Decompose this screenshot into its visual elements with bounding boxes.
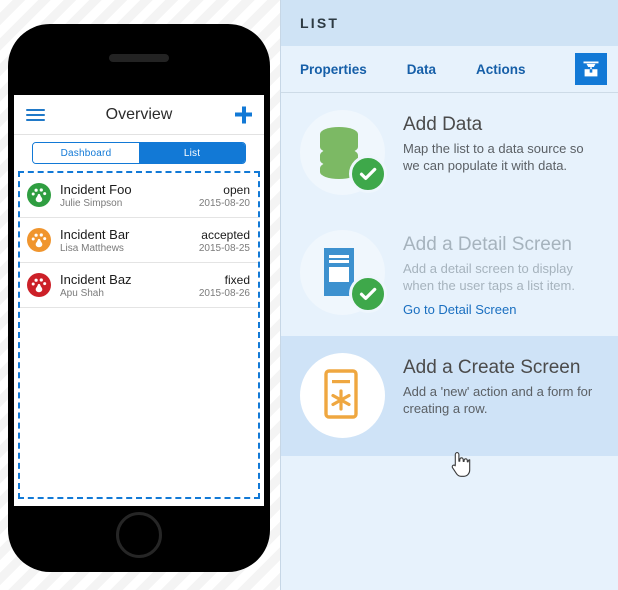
tab-actions[interactable]: Actions: [476, 62, 526, 77]
page-title: Overview: [105, 105, 173, 123]
card-add-data[interactable]: Add Data Map the list to a data source s…: [281, 93, 618, 213]
inspector-header: LIST: [281, 0, 618, 46]
list-item[interactable]: Incident Foo open Julie Simpson 2015-08-…: [20, 173, 258, 218]
list-item-subtitle: Lisa Matthews: [60, 242, 124, 254]
list-item-subtitle: Julie Simpson: [60, 197, 123, 209]
phone-frame: Overview Dashboard List Incident Foo ope…: [8, 24, 270, 572]
segmented-control: Dashboard List: [32, 142, 246, 164]
list-item-body: Incident Baz fixed Apu Shah 2015-08-26: [60, 272, 250, 299]
wizard-hat-icon[interactable]: [575, 53, 607, 85]
database-icon: [300, 110, 387, 195]
phone-speaker: [109, 54, 169, 62]
phone-screen: Overview Dashboard List Incident Foo ope…: [14, 95, 264, 506]
gauge-icon: [27, 273, 51, 297]
list-item-date: 2015-08-26: [198, 287, 250, 299]
list-item-status: open: [223, 182, 250, 197]
inspector-title: LIST: [300, 15, 340, 31]
plus-icon[interactable]: [235, 106, 252, 123]
card-text: Add a Create Screen Add a 'new' action a…: [403, 353, 600, 418]
card-title: Add Data: [403, 114, 483, 135]
phone-home-button[interactable]: [116, 512, 162, 558]
hamburger-icon[interactable]: [26, 108, 45, 121]
go-to-detail-screen-link[interactable]: Go to Detail Screen: [403, 302, 516, 317]
card-text: Add a Detail Screen Add a detail screen …: [403, 230, 600, 319]
app-root: Overview Dashboard List Incident Foo ope…: [0, 0, 618, 590]
card-text: Add Data Map the list to a data source s…: [403, 110, 600, 175]
list-item-title: Incident Bar: [60, 226, 130, 242]
inspector-tabbar: Properties Data Actions: [281, 46, 618, 93]
list-item-subtitle: Apu Shah: [60, 287, 104, 299]
create-screen-icon: [300, 352, 385, 438]
list-item-date: 2015-08-25: [198, 242, 250, 254]
list-item-date: 2015-08-20: [198, 197, 250, 209]
detail-screen-icon: [300, 230, 387, 315]
gauge-icon: [27, 228, 51, 252]
app-navbar: Overview: [14, 95, 264, 135]
card-add-create-screen[interactable]: Add a Create Screen Add a 'new' action a…: [281, 335, 618, 456]
card-add-detail-screen[interactable]: Add a Detail Screen Add a detail screen …: [281, 213, 618, 336]
list-item-status: accepted: [201, 227, 250, 242]
list-widget-selected[interactable]: Incident Foo open Julie Simpson 2015-08-…: [18, 171, 260, 499]
list-item-title: Incident Baz: [60, 271, 132, 287]
tab-properties[interactable]: Properties: [300, 62, 367, 77]
device-preview-canvas: Overview Dashboard List Incident Foo ope…: [0, 0, 280, 590]
list-item-title: Incident Foo: [60, 181, 132, 197]
segment-dashboard[interactable]: Dashboard: [33, 143, 139, 163]
check-icon: [349, 275, 387, 313]
card-title: Add a Detail Screen: [403, 234, 572, 255]
list-item[interactable]: Incident Baz fixed Apu Shah 2015-08-26: [20, 263, 258, 308]
card-description: Add a 'new' action and a form for creati…: [403, 383, 593, 417]
gauge-icon: [27, 183, 51, 207]
list-item-status: fixed: [224, 272, 250, 287]
card-title: Add a Create Screen: [403, 356, 581, 378]
card-description: Add a detail screen to display when the …: [403, 260, 575, 294]
tab-data[interactable]: Data: [407, 62, 436, 77]
inspector-panel: LIST Properties Data Actions Add Data Ma…: [280, 0, 618, 590]
list-item[interactable]: Incident Bar accepted Lisa Matthews 2015…: [20, 218, 258, 263]
segmented-control-wrap: Dashboard List: [14, 135, 264, 172]
card-description: Map the list to a data source so we can …: [403, 140, 584, 174]
list-item-body: Incident Foo open Julie Simpson 2015-08-…: [60, 182, 250, 209]
check-icon: [349, 155, 387, 193]
segment-list[interactable]: List: [139, 143, 245, 163]
list-item-body: Incident Bar accepted Lisa Matthews 2015…: [60, 227, 250, 254]
